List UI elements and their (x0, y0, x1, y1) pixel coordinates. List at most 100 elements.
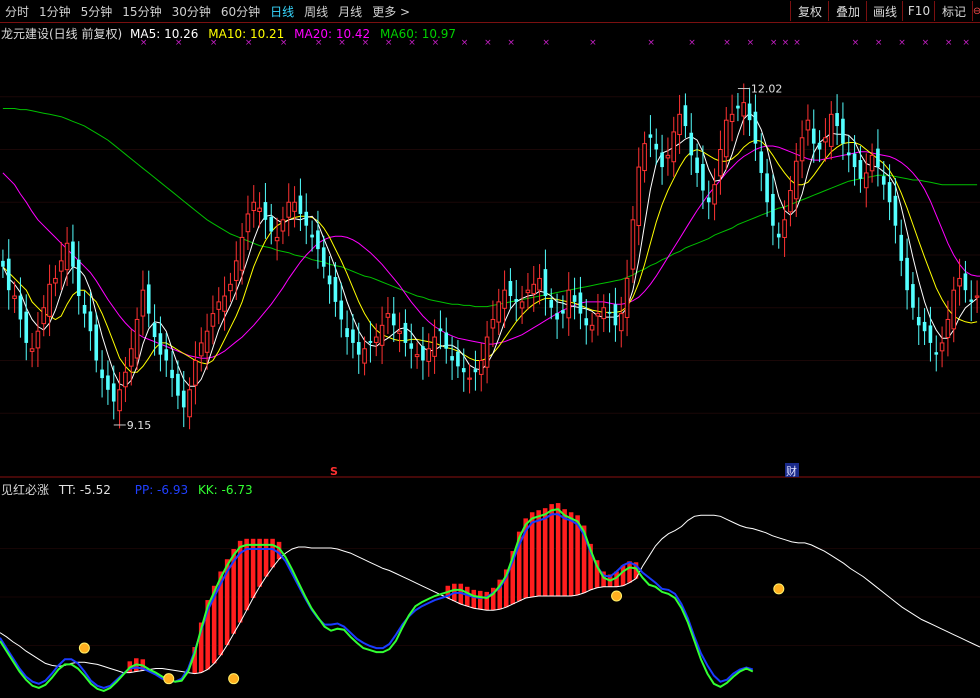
high-price-label: 12.02 (751, 83, 783, 96)
cai-marker[interactable]: 财 (786, 464, 797, 478)
candle-down (473, 369, 478, 373)
candle-down (835, 113, 839, 127)
candle-up (636, 166, 642, 227)
candle-down (841, 118, 845, 144)
candle-up (939, 342, 945, 352)
candle-up (362, 348, 367, 364)
candle-up (712, 184, 717, 205)
red-bar (250, 538, 256, 599)
red-bar (620, 565, 626, 586)
candle-down (701, 163, 705, 191)
signal-x-mark: × (484, 38, 492, 48)
signal-x-mark: × (782, 38, 790, 48)
candle-down (111, 383, 116, 402)
candle-down (893, 195, 898, 226)
candle-down (339, 300, 344, 320)
candle-down (736, 105, 740, 109)
candle-down (887, 182, 892, 203)
red-bar (568, 512, 574, 596)
candle-up (280, 219, 286, 232)
candle-down (1, 260, 5, 267)
candle-up (823, 137, 828, 143)
candle-up (537, 277, 542, 291)
s-marker[interactable]: S (330, 465, 338, 478)
pp-line (0, 513, 754, 689)
candle-up (373, 336, 379, 343)
candle-down (269, 216, 274, 232)
candle-up (957, 277, 962, 287)
candle-up (58, 260, 64, 272)
candle-up (741, 102, 747, 117)
candle-down (76, 259, 81, 297)
candle-down (514, 299, 519, 302)
signal-x-mark: × (688, 38, 696, 48)
candle-down (765, 173, 769, 203)
low-price-label: 9.15 (127, 419, 152, 432)
candle-down (158, 333, 163, 355)
candle-up (123, 371, 128, 388)
signal-x-mark: × (461, 38, 469, 48)
candle-up (589, 324, 595, 331)
signal-x-mark: × (945, 38, 953, 48)
candle-up (718, 149, 723, 177)
candle-up (257, 207, 262, 213)
candle-down (916, 316, 921, 326)
candle-up (228, 283, 233, 292)
candle-up (484, 336, 490, 368)
candle-up (525, 289, 531, 294)
candle-up (799, 137, 805, 162)
candle-down (444, 332, 449, 349)
candle-down (899, 234, 904, 261)
signal-x-mark: × (175, 38, 183, 48)
candle-down (584, 318, 589, 326)
signal-x-mark: × (385, 38, 393, 48)
candle-down (310, 234, 314, 238)
candle-down (555, 313, 559, 320)
candle-down (689, 132, 694, 156)
candle-down (549, 299, 554, 308)
candle-down (438, 328, 443, 332)
candle-up (41, 307, 47, 325)
candle-down (543, 269, 548, 297)
candle-down (106, 375, 110, 390)
signal-x-mark: × (315, 38, 323, 48)
candle-up (566, 289, 572, 319)
price-annotations: 12.02 9.15 (113, 83, 783, 432)
candle-up (193, 360, 198, 386)
candle-up (12, 295, 17, 299)
candle-up (467, 377, 472, 380)
red-bar (627, 561, 632, 583)
signal-markers: × × × × × × × × × × × × × × × × × × × × × × × × × × × × × (140, 38, 970, 48)
red-bar (549, 504, 554, 596)
kline-chart: × × × × × × × × × × × × × × × × × × × × × × × × × × × × × 12.02 9.15… (0, 38, 980, 692)
red-bar (542, 508, 548, 596)
indicator-lines (0, 508, 980, 692)
candle-up (723, 119, 729, 158)
candle-up (274, 236, 280, 242)
candle-down (922, 321, 927, 332)
candle-down (928, 325, 933, 343)
candle-up (117, 389, 122, 412)
signal-dot (611, 590, 623, 602)
candle-down (327, 275, 332, 285)
candle-up (35, 330, 41, 349)
candle-down (881, 176, 886, 185)
red-bar (257, 538, 262, 587)
red-bar (484, 591, 490, 611)
candles (1, 83, 980, 430)
candle-up (64, 242, 70, 271)
candle-down (146, 284, 151, 314)
candle-up (128, 348, 134, 367)
candle-up (286, 201, 292, 218)
signal-x-mark: × (898, 38, 906, 48)
candle-up (869, 154, 875, 172)
red-bar (536, 510, 541, 596)
signal-x-mark: × (362, 38, 370, 48)
candle-down (747, 103, 752, 121)
signal-x-mark: × (280, 38, 288, 48)
signal-x-mark: × (245, 38, 253, 48)
candle-down (164, 349, 169, 361)
candle-up (618, 313, 624, 332)
red-bar (555, 503, 561, 596)
candle-down (607, 312, 612, 314)
